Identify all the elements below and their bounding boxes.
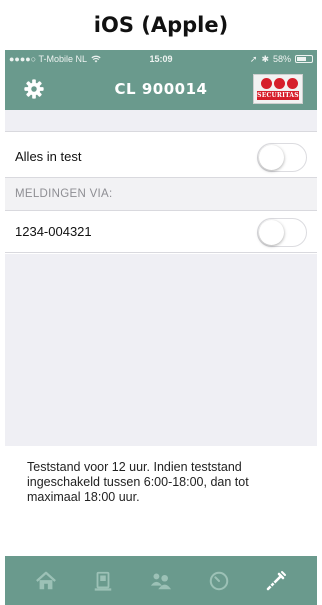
logo-text: SECURITAS [257,91,299,100]
users-icon [150,572,172,589]
toggle-knob [259,220,284,245]
carrier-label: ●●●●○ T-Mobile NL [9,54,88,64]
nav-bar: CL 900014 SECURITAS [5,68,317,110]
alarm-panel-icon [95,571,112,591]
location-icon: ➚ [249,53,258,64]
phone-number-label: 1234-004321 [15,224,92,239]
tab-home[interactable] [32,567,60,595]
phone-number-toggle[interactable] [257,218,307,247]
bluetooth-icon: ✱ [261,53,269,64]
tab-bar [5,556,317,605]
phone-number-row: 1234-004321 [5,211,317,253]
toggle-knob [259,145,284,170]
battery-icon [295,55,313,63]
clock-icon [209,571,228,590]
tab-history[interactable] [205,567,233,595]
all-in-test-row: Alles in test [5,136,317,178]
all-in-test-label: Alles in test [15,149,82,164]
test-mode-footnote: Teststand voor 12 uur. Indien teststand … [5,446,317,554]
empty-area [5,254,317,446]
top-spacer [5,110,317,132]
all-in-test-toggle[interactable] [257,143,307,172]
status-bar: ●●●●○ T-Mobile NL 15:09 ➚ ✱ 58% [5,50,317,68]
tab-users[interactable] [147,567,175,595]
tab-alarm-panel[interactable] [89,567,117,595]
wifi-icon [91,55,101,63]
home-icon [35,571,56,589]
test-tool-icon [266,570,287,590]
tab-test[interactable] [262,567,290,595]
battery-percent: 58% [272,54,291,64]
phone-screen: ●●●●○ T-Mobile NL 15:09 ➚ ✱ 58% CL 90001… [5,50,317,605]
securitas-logo: SECURITAS [253,74,303,104]
page-caption: iOS (Apple) [93,13,229,37]
notifications-section-header: MELDINGEN VIA: [5,178,317,211]
